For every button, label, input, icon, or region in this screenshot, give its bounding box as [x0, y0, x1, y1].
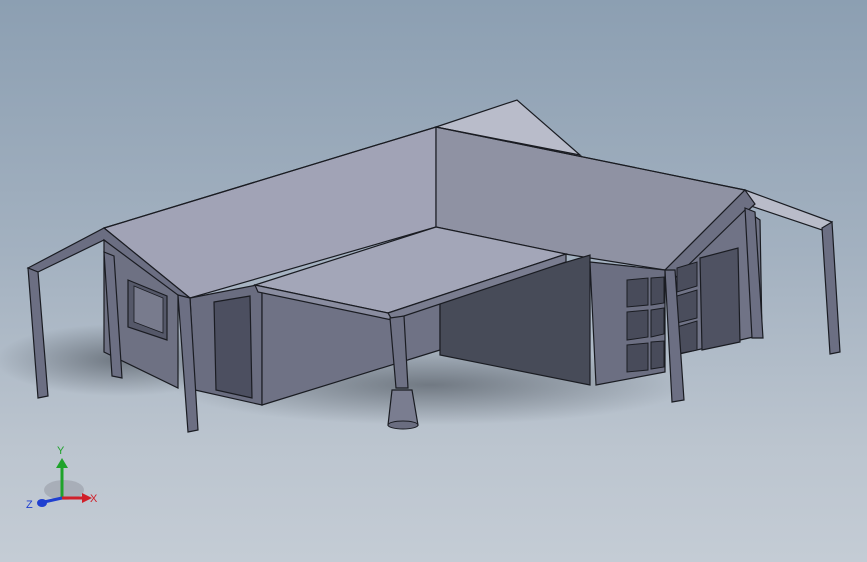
z-axis-icon: [43, 496, 63, 504]
z-axis-label: Z: [26, 499, 33, 511]
window-grid: [626, 276, 665, 373]
y-axis-label: Y: [57, 445, 65, 457]
graphics-viewport[interactable]: Y X Z: [0, 0, 867, 562]
column-base: [387, 389, 419, 426]
coordinate-triad: Y X Z: [26, 445, 98, 511]
right-door: [699, 247, 741, 351]
x-axis-label: X: [90, 493, 98, 505]
y-arrow-icon: [56, 458, 68, 468]
z-arrow-icon: [37, 499, 47, 507]
column-base-bottom: [387, 420, 419, 430]
right-post-far: [821, 220, 841, 355]
house-model[interactable]: [0, 0, 867, 562]
left-door: [213, 295, 253, 399]
